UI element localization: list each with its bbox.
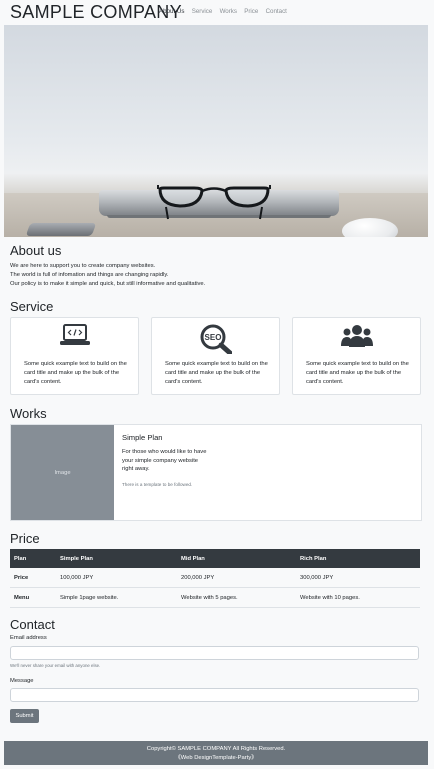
nav-link-price[interactable]: Price xyxy=(244,8,258,15)
hero-phone xyxy=(25,223,97,236)
table-cell: Simple 1page website. xyxy=(56,587,177,608)
footer-credit-link[interactable]: 《Web DesignTemplate-Party》 xyxy=(4,754,428,763)
service-title: Service xyxy=(10,299,54,314)
service-card: SEO Some quick example text to build on … xyxy=(151,317,280,395)
table-cell: 300,000 JPY xyxy=(296,568,420,588)
message-label: Message xyxy=(10,678,34,684)
table-header-cell: Simple Plan xyxy=(56,549,177,568)
laptop-code-icon xyxy=(59,324,90,345)
about-title: About us xyxy=(10,243,62,258)
nav-links: About Us Service Works Price Contact xyxy=(159,8,292,15)
works-card-note: There is a template to be followed. xyxy=(122,482,193,487)
table-cell: Website with 10 pages. xyxy=(296,587,420,608)
table-header-row: Plan Simple Plan Mid Plan Rich Plan xyxy=(10,549,420,568)
table-header-cell: Rich Plan xyxy=(296,549,420,568)
service-card-text: Some quick example text to build on the … xyxy=(165,361,268,385)
about-line: Our policy is to make it simple and quic… xyxy=(10,280,206,287)
works-card-title: Simple Plan xyxy=(122,433,163,442)
email-label: Email address xyxy=(10,635,47,641)
table-cell: Price xyxy=(10,568,56,588)
brand-logo[interactable]: SAMPLE COMPANY xyxy=(10,2,182,23)
service-card-text: Some quick example text to build on the … xyxy=(306,361,409,385)
works-title: Works xyxy=(10,406,47,421)
nav-link-about[interactable]: About Us xyxy=(159,8,184,15)
email-field[interactable] xyxy=(10,646,419,660)
message-field[interactable] xyxy=(10,688,419,702)
table-cell: 200,000 JPY xyxy=(177,568,296,588)
about-line: We are here to support you to create com… xyxy=(10,263,156,269)
footer: Copyright© SAMPLE COMPANY All Rights Res… xyxy=(4,741,428,765)
table-cell: 100,000 JPY xyxy=(56,568,177,588)
about-text: We are here to support you to create com… xyxy=(10,262,205,288)
table-cell: Website with 5 pages. xyxy=(177,587,296,608)
contact-title: Contact xyxy=(10,617,55,632)
price-table: Plan Simple Plan Mid Plan Rich Plan Pric… xyxy=(10,549,420,608)
hero-image xyxy=(4,25,428,237)
seo-search-icon: SEO xyxy=(200,324,232,354)
table-row: Menu Simple 1page website. Website with … xyxy=(10,587,420,608)
table-header-cell: Plan xyxy=(10,549,56,568)
works-card-text: For those who would like to have your si… xyxy=(122,449,207,473)
price-title: Price xyxy=(10,531,40,546)
nav-link-service[interactable]: Service xyxy=(192,8,213,15)
nav-link-works[interactable]: Works xyxy=(220,8,237,15)
service-card: Some quick example text to build on the … xyxy=(292,317,421,395)
table-cell: Menu xyxy=(10,587,56,608)
hero-glasses xyxy=(157,185,271,220)
submit-button[interactable]: Submit xyxy=(10,709,39,723)
hero-mouse xyxy=(342,218,398,237)
email-help-text: We'll never share your email with anyone… xyxy=(10,663,101,668)
svg-text:SEO: SEO xyxy=(204,333,221,342)
about-line: The world is full of infomation and thin… xyxy=(10,271,169,278)
table-header-cell: Mid Plan xyxy=(177,549,296,568)
table-row: Price 100,000 JPY 200,000 JPY 300,000 JP… xyxy=(10,568,420,588)
navbar: SAMPLE COMPANY About Us Service Works Pr… xyxy=(0,0,434,24)
service-card-text: Some quick example text to build on the … xyxy=(24,361,127,385)
footer-copyright: Copyright© SAMPLE COMPANY All Rights Res… xyxy=(146,746,286,752)
nav-link-contact[interactable]: Contact xyxy=(266,8,287,15)
service-card: Some quick example text to build on the … xyxy=(10,317,139,395)
works-card: Image Simple Plan For those who would li… xyxy=(10,424,422,521)
works-image-placeholder: Image xyxy=(11,425,114,520)
users-icon xyxy=(340,325,373,347)
